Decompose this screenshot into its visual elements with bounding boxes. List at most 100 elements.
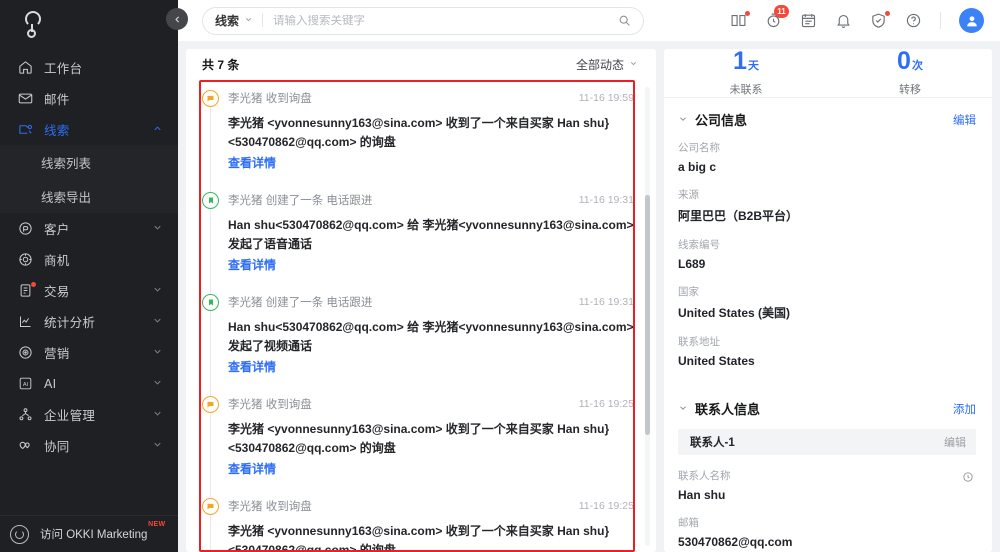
sidebar-item-marketing[interactable]: 营销: [0, 337, 178, 368]
sidebar-item-label: 营销: [44, 347, 70, 361]
view-detail-link[interactable]: 查看详情: [228, 256, 276, 273]
handbook-icon[interactable]: [730, 11, 750, 29]
sidebar: 工作台 邮件 线索 线索列表 线索导出 客户 商机 交易 统计分析 营销 AI …: [0, 0, 178, 552]
activity-body: 李光猪 <yvonnesunny163@sina.com> 收到了一个来自买家 …: [228, 116, 610, 149]
search-icon[interactable]: [618, 14, 631, 27]
field-contact-email: 邮箱 530470862@qq.com: [678, 515, 976, 549]
chevron-down-icon[interactable]: [678, 403, 688, 415]
top-bar-icons: 11: [730, 5, 984, 33]
section-title: 公司信息: [695, 113, 748, 128]
activity-item-header: 李光猪 创建了一条 电话跟进 11-16 19:31: [228, 192, 634, 208]
field-lead-number: 线索编号 L689: [678, 237, 976, 271]
stat-transfers: 0次 转移: [828, 49, 992, 97]
sidebar-item-lead-export[interactable]: 线索导出: [0, 179, 178, 213]
sidebar-subitem-label: 线索导出: [41, 190, 92, 205]
activity-item-header: 李光猪 收到询盘 11-16 19:25: [228, 498, 634, 514]
help-icon[interactable]: [905, 12, 922, 29]
sidebar-item-label: 客户: [44, 223, 70, 237]
stat-label: 转移: [899, 84, 921, 96]
field-label: 联系人名称: [678, 470, 731, 482]
company-info-section: 公司信息 编辑 公司名称 a big c 来源 阿里巴巴（B2B平台） 线索编号…: [664, 98, 992, 385]
activity-body: Han shu<530470862@qq.com> 给 李光猪<yvonnesu…: [228, 320, 634, 353]
sidebar-nav: 工作台 邮件 线索 线索列表 线索导出 客户 商机 交易 统计分析 营销 AI …: [0, 48, 178, 515]
activity-time: 11-16 19:31: [578, 296, 634, 308]
lead-detail-panel: 1天 未联系 0次 转移 公司信息 编辑 公司名称 a big c 来源 阿里巴…: [664, 49, 992, 552]
stat-value: 1: [733, 49, 747, 75]
field-value: L689: [678, 257, 706, 271]
app-logo[interactable]: [0, 0, 178, 48]
sidebar-item-label: 企业管理: [44, 409, 96, 423]
field-value: United States: [678, 354, 755, 368]
activity-item-header: 李光猪 收到询盘 11-16 19:25: [228, 396, 634, 412]
chevron-down-icon[interactable]: [244, 15, 253, 26]
activity-item-header: 李光猪 收到询盘 11-16 19:59: [228, 90, 634, 106]
okki-marketing-link[interactable]: 访问 OKKI Marketing NEW: [0, 515, 178, 552]
activity-item[interactable]: 李光猪 创建了一条 电话跟进 11-16 19:31 Han shu<53047…: [202, 284, 656, 386]
activity-body: Han shu<530470862@qq.com> 给 李光猪<yvonnesu…: [228, 218, 634, 251]
sidebar-item-org[interactable]: 企业管理: [0, 399, 178, 430]
sidebar-item-deal[interactable]: 交易: [0, 275, 178, 306]
calendar-icon[interactable]: [800, 12, 817, 29]
sidebar-item-leads[interactable]: 线索: [0, 114, 178, 145]
inquiry-icon: [202, 396, 219, 413]
stat-unit: 次: [911, 60, 923, 72]
timer-badge-count: 11: [774, 5, 789, 18]
activity-actor: 李光猪 收到询盘: [228, 501, 312, 513]
divider: [940, 12, 941, 29]
activity-filter-dropdown[interactable]: 全部动态: [576, 56, 638, 73]
chevron-left-icon: [174, 16, 179, 22]
deal-icon: [16, 281, 36, 300]
sidebar-item-customer[interactable]: 客户: [0, 213, 178, 244]
chevron-down-icon: [152, 377, 164, 391]
sidebar-collapse-button[interactable]: [166, 8, 188, 30]
okki-marketing-icon: [10, 524, 29, 544]
opportunity-icon: [16, 251, 34, 269]
activity-scrollbar[interactable]: [645, 87, 650, 546]
view-detail-link[interactable]: 查看详情: [228, 358, 276, 375]
sidebar-item-collaboration[interactable]: 协同: [0, 430, 178, 461]
view-detail-link[interactable]: 查看详情: [228, 460, 276, 477]
org-icon: [16, 406, 34, 424]
marketing-icon: [16, 344, 34, 362]
sidebar-item-opportunity[interactable]: 商机: [0, 244, 178, 275]
activity-item[interactable]: 李光猪 收到询盘 11-16 19:25 李光猪 <yvonnesunny163…: [202, 488, 656, 552]
collaboration-icon: [16, 437, 34, 455]
activity-item[interactable]: 李光猪 收到询盘 11-16 19:25 李光猪 <yvonnesunny163…: [202, 386, 656, 488]
add-contact-button[interactable]: 添加: [953, 401, 976, 417]
new-badge: NEW: [148, 521, 166, 528]
sidebar-item-workbench[interactable]: 工作台: [0, 52, 178, 83]
sidebar-item-label: 交易: [44, 285, 70, 299]
sidebar-item-mail[interactable]: 邮件: [0, 83, 178, 114]
search-scope-label[interactable]: 线索: [215, 12, 239, 29]
main-area: 线索 11: [178, 0, 1000, 552]
sidebar-item-lead-list[interactable]: 线索列表: [0, 145, 178, 179]
search-input[interactable]: [273, 14, 618, 27]
sidebar-item-label: 协同: [44, 440, 70, 454]
top-bar: 线索 11: [178, 0, 1000, 41]
divider: [262, 14, 264, 27]
sidebar-item-analytics[interactable]: 统计分析: [0, 306, 178, 337]
edit-company-button[interactable]: 编辑: [953, 112, 976, 128]
view-detail-link[interactable]: 查看详情: [228, 154, 276, 171]
activity-item[interactable]: 李光猪 收到询盘 11-16 19:59 李光猪 <yvonnesunny163…: [202, 80, 656, 182]
edit-contact-button[interactable]: 编辑: [944, 434, 966, 450]
company-info-header: 公司信息 编辑: [678, 110, 976, 129]
activity-scrollbar-thumb[interactable]: [645, 195, 650, 435]
activity-time: 11-16 19:25: [578, 398, 634, 410]
timer-icon[interactable]: 11: [765, 5, 789, 29]
refresh-icon[interactable]: [962, 470, 974, 488]
customer-icon: [16, 220, 34, 238]
avatar[interactable]: [959, 8, 984, 33]
activity-item[interactable]: 李光猪 创建了一条 电话跟进 11-16 19:31 Han shu<53047…: [202, 182, 656, 284]
sidebar-item-ai[interactable]: AI AI: [0, 368, 178, 399]
activity-filter-label: 全部动态: [575, 58, 624, 72]
global-search[interactable]: 线索: [202, 6, 644, 35]
field-label: 线索编号: [678, 239, 720, 251]
leads-icon: [16, 121, 34, 139]
shield-check-icon[interactable]: [870, 11, 890, 29]
contact-tab[interactable]: 联系人-1 编辑: [678, 429, 976, 455]
activity-actor: 李光猪 创建了一条 电话跟进: [228, 297, 373, 309]
bell-icon[interactable]: [835, 12, 852, 29]
chevron-down-icon[interactable]: [678, 114, 688, 126]
analytics-icon: [16, 313, 34, 331]
